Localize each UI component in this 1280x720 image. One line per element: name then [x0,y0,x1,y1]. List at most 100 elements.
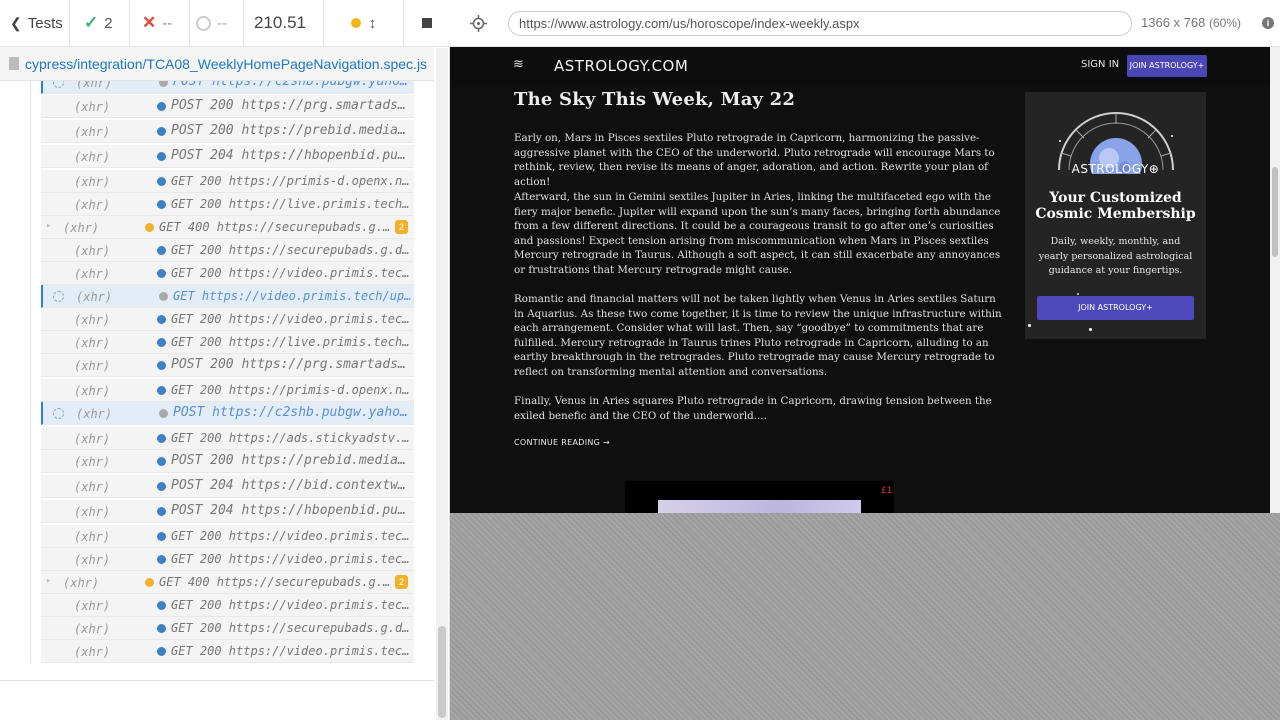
file-icon [9,57,19,70]
command-rail [30,81,31,663]
command-row[interactable]: (xhr) GET 200 https://primis-d.openx.net… [41,379,414,402]
autoscroll-arrows-icon[interactable]: ↕ [369,15,377,32]
running-indicator-icon [350,18,361,28]
viewport-scale: (60%) [1208,16,1241,30]
article-paragraph: Romantic and financial matters will not … [514,293,1002,378]
command-row[interactable]: (xhr) GET 200 https://live.primis.tech/l… [41,331,414,354]
command-message: POST 200 https://prebid.media.net/... [171,123,411,138]
pending-ring-icon [196,15,211,31]
status-dot-icon [159,409,168,418]
command-type: (xhr) [74,267,111,281]
scrollbar-thumb[interactable] [438,626,446,718]
loading-spinner-icon [53,408,64,419]
command-message: GET 200 https://securepubads.g.doublecli… [171,243,411,257]
command-row[interactable]: (xhr) GET 200 https://video.primis.tech/… [41,640,414,663]
command-type: (xhr) [74,125,111,139]
expand-arrow-icon[interactable]: ▸ [46,576,51,586]
stop-icon [422,18,432,28]
command-group-row[interactable]: ▸ (xhr) GET 400 https://securepubads.g.d… [41,571,414,594]
star-dot [1028,324,1031,327]
command-row[interactable]: (xhr) GET 200 https://ads.stickyadstv.co… [41,427,414,450]
command-row[interactable]: (xhr) POST 204 https://hbopenbid.pubmati… [41,145,414,168]
spec-path-link[interactable]: cypress/integration/TCA08_WeeklyHomePage… [25,56,427,72]
command-type: (xhr) [74,150,111,164]
ad-close-icon[interactable]: £1 [881,486,892,496]
article-paragraph: Finally, Venus in Aries squares Pluto re… [514,395,992,422]
article-paragraph: Early on, Mars in Pisces sextiles Pluto … [514,132,995,188]
autoscroll-control[interactable]: ↕ [324,0,404,47]
reporter-scrollbar[interactable] [436,48,448,720]
selector-playground-crosshair-icon[interactable] [470,15,487,32]
tests-button[interactable]: ❮ Tests [0,0,70,47]
chevron-left-icon: ❮ [10,14,22,31]
status-dot-icon [157,127,166,136]
stop-button[interactable] [404,0,450,47]
command-row[interactable]: (xhr) GET 200 https://video.primis.tech/… [41,594,414,617]
command-type: (xhr) [76,290,113,304]
expand-arrow-icon[interactable]: ▸ [46,221,51,231]
site-scrollbar[interactable] [1270,47,1280,513]
command-row[interactable]: (xhr) GET 200 https://video.primis.tech/… [41,308,414,331]
viewport-size: 1366 x 768 [1141,15,1206,30]
info-icon[interactable]: i [1262,17,1274,29]
command-message: POST https://c2shb.pubgw.yahoo.com/... [173,405,413,420]
status-dot-icon [157,434,166,443]
site-logo[interactable]: ASTROLOGY.COM [554,57,688,75]
check-icon: ✓ [84,13,99,32]
command-message: POST 204 https://bid.contextweb.com/... [171,478,411,493]
command-row[interactable]: (xhr) POST 204 https://hbopenbid.pubmati… [41,500,414,523]
status-dot-icon [157,386,166,395]
command-type: (xhr) [74,100,111,114]
join-astrology-nav-button[interactable]: JOIN ASTROLOGY+ [1127,55,1207,77]
command-type: (xhr) [74,432,111,446]
join-astrology-promo-button[interactable]: JOIN ASTROLOGY+ [1037,296,1194,320]
command-row[interactable]: (xhr) GET 200 https://live.primis.tech/l… [41,193,414,216]
command-row[interactable]: (xhr) POST 200 https://prg.smartadserver… [41,354,414,377]
command-row[interactable]: (xhr) GET 200 https://video.primis.tech/… [41,548,414,571]
scrollbar-thumb[interactable] [1272,167,1278,257]
command-message: POST 204 https://hbopenbid.pubmatic.com/… [171,503,411,518]
command-message: GET https://video.primis.tech/uploads/..… [173,289,413,303]
command-row[interactable]: (xhr) POST 200 https://prg.smartadserver… [41,95,414,118]
command-type: (xhr) [74,622,111,636]
status-dot-icon [157,200,166,209]
status-dot-icon [157,647,166,656]
command-message: GET 200 https://live.primis.tech/live/..… [171,197,411,211]
command-row[interactable]: (xhr) POST 204 https://bid.contextweb.co… [41,475,414,498]
command-row[interactable]: (xhr) GET 200 https://securepubads.g.dou… [41,617,414,640]
status-dot-icon [159,292,168,301]
continue-reading-link[interactable]: CONTINUE READING → [514,438,610,447]
count-badge: 2 [395,220,408,234]
video-ad-thumbnail[interactable] [658,500,861,513]
command-message: GET 200 https://video.primis.tech/upload… [171,552,411,566]
command-type: (xhr) [74,384,111,398]
command-row[interactable]: (xhr) POST 200 https://prebid.media.net/… [41,120,414,143]
sign-in-link[interactable]: SIGN IN [1081,59,1119,70]
command-log: (xhr) POST https://c2shb.pubgw.yahoo.com… [0,81,434,663]
command-type: (xhr) [74,455,111,469]
command-row[interactable]: (xhr) GET https://video.primis.tech/uplo… [41,285,414,308]
command-row[interactable]: (xhr) GET 200 https://primis-d.openx.net… [41,170,414,193]
command-message: GET 200 https://securepubads.g.doublecli… [171,621,411,635]
aut-url-field[interactable]: https://www.astrology.com/us/horoscope/i… [508,11,1132,36]
command-row[interactable]: (xhr) POST 200 https://prebid.media.net/… [41,450,414,473]
video-ad-box[interactable]: £1 [625,481,894,513]
passed-count: 2 [104,14,113,32]
command-row[interactable]: (xhr) GET 200 https://securepubads.g.dou… [41,239,414,262]
command-message: POST 200 https://prg.smartadserver.com/.… [171,357,411,372]
passed-stat: ✓ 2 [70,0,130,47]
command-type: (xhr) [63,221,100,235]
status-dot-icon [157,507,166,516]
menu-waves-icon[interactable]: ≋ [513,58,527,72]
status-dot-icon [157,601,166,610]
command-message: GET 400 https://securepubads.g.doublecli… [159,220,394,234]
command-row[interactable]: (xhr) POST https://c2shb.pubgw.yahoo.com… [41,402,414,425]
command-message: GET 200 https://live.primis.tech/live/..… [171,335,411,349]
status-dot-icon [157,152,166,161]
command-row[interactable]: (xhr) POST https://c2shb.pubgw.yahoo.com… [41,81,414,94]
command-group-row[interactable]: ▸ (xhr) GET 400 https://securepubads.g.d… [41,216,414,239]
tests-label: Tests [27,14,63,32]
command-type: (xhr) [74,175,111,189]
command-row[interactable]: (xhr) GET 200 https://video.primis.tech/… [41,525,414,548]
command-row[interactable]: (xhr) GET 200 https://video.primis.tech/… [41,262,414,285]
